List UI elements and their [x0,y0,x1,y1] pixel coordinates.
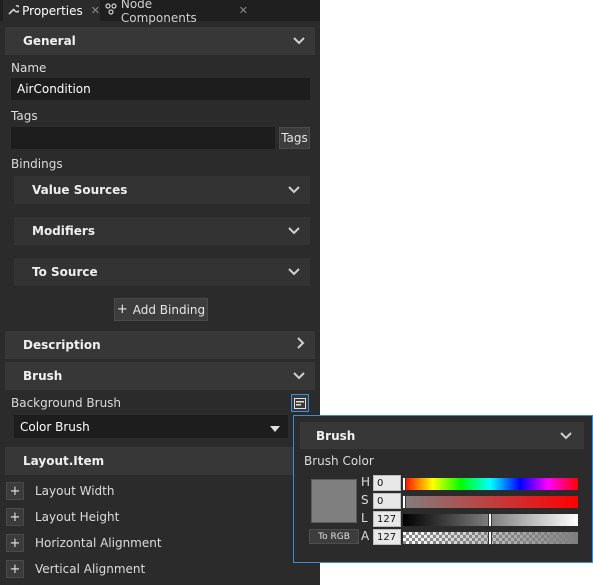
to-source-section[interactable]: To Source [14,258,310,286]
name-field[interactable]: AirCondition [11,78,310,100]
brush-color-label: Brush Color [304,454,374,468]
add-binding-label: Add Binding [132,302,206,317]
add-horizontal-alignment-button[interactable]: + [6,534,24,552]
vertical-alignment-label: Vertical Alignment [35,562,146,576]
add-binding-button[interactable]: + Add Binding [114,298,208,321]
plus-icon: + [116,302,128,317]
background-brush-label: Background Brush [11,396,122,410]
saturation-slider-thumb[interactable] [402,495,406,509]
description-section-header[interactable]: Description [5,331,315,359]
brush-editor-icon [294,397,306,409]
brush-section-title: Brush [23,369,63,383]
layout-width-label: Layout Width [35,484,115,498]
components-icon [104,3,118,18]
lightness-input[interactable]: 127 [373,511,401,527]
modifiers-section[interactable]: Modifiers [14,217,310,245]
description-section-title: Description [23,338,101,352]
brush-editor-button[interactable] [291,394,309,412]
lightness-slider-thumb[interactable] [488,513,492,527]
tab-node-components[interactable]: Node Components ✕ [100,0,248,25]
layout-item-section-title: Layout.Item [23,454,105,468]
hue-slider[interactable] [402,477,578,491]
saturation-slider[interactable] [402,495,578,509]
properties-panel: Properties ✕ Node Components ✕ General N… [0,0,320,585]
brush-type-value: Color Brush [20,419,90,434]
brush-type-dropdown[interactable]: Color Brush [14,415,288,438]
general-section-title: General [23,34,76,48]
tab-properties-label: Properties [22,3,83,18]
layout-height-label: Layout Height [35,510,120,524]
popup-brush-title: Brush [316,428,356,443]
popup-brush-header[interactable]: Brush [300,422,584,449]
tags-label: Tags [11,109,38,123]
chevron-down-icon [293,33,305,49]
layout-height-row: + Layout Height [0,504,320,530]
tab-bar: Properties ✕ Node Components ✕ [0,0,320,25]
alpha-slider[interactable] [403,531,578,545]
dropdown-arrow-icon [270,422,280,436]
to-source-title: To Source [32,265,98,279]
hue-label: H [361,475,371,489]
horizontal-alignment-row: + Horizontal Alignment [0,530,320,556]
tags-field[interactable] [11,127,275,149]
to-rgb-button[interactable]: To RGB [309,529,359,544]
lightness-label: L [361,511,368,525]
tab-node-components-label: Node Components [120,0,197,25]
chevron-down-icon [293,368,305,384]
alpha-label: A [361,529,370,543]
chevron-down-icon [288,223,300,239]
chevron-down-icon [560,428,572,444]
value-sources-title: Value Sources [32,183,128,197]
brush-popup: Brush Brush Color To RGB H 0 S 0 L 127 A… [293,415,593,563]
alpha-input[interactable]: 127 [373,529,401,545]
tags-button[interactable]: Tags [279,127,310,149]
lightness-slider[interactable] [403,513,578,527]
add-layout-height-button[interactable]: + [6,508,24,526]
hue-slider-thumb[interactable] [402,477,406,491]
close-icon[interactable]: ✕ [239,4,248,17]
layout-width-row: + Layout Width [0,478,320,504]
wrench-icon [7,4,21,18]
color-swatch[interactable] [311,479,357,523]
value-sources-section[interactable]: Value Sources [14,176,310,204]
close-icon[interactable]: ✕ [91,4,100,17]
chevron-down-icon [288,264,300,280]
saturation-input[interactable]: 0 [373,493,401,509]
bindings-label: Bindings [11,157,63,171]
name-label: Name [11,61,47,75]
brush-section-header[interactable]: Brush [5,362,315,390]
general-section-header[interactable]: General [5,27,315,55]
add-vertical-alignment-button[interactable]: + [6,560,24,578]
chevron-right-icon [297,337,305,353]
chevron-down-icon [288,182,300,198]
modifiers-title: Modifiers [32,224,95,238]
add-layout-width-button[interactable]: + [6,482,24,500]
alpha-slider-thumb[interactable] [488,531,492,545]
vertical-alignment-row: + Vertical Alignment [0,556,320,582]
tab-properties[interactable]: Properties ✕ [3,0,100,21]
layout-item-section-header[interactable]: Layout.Item [5,447,315,475]
horizontal-alignment-label: Horizontal Alignment [35,536,162,550]
saturation-label: S [361,493,369,507]
hue-input[interactable]: 0 [373,475,401,491]
